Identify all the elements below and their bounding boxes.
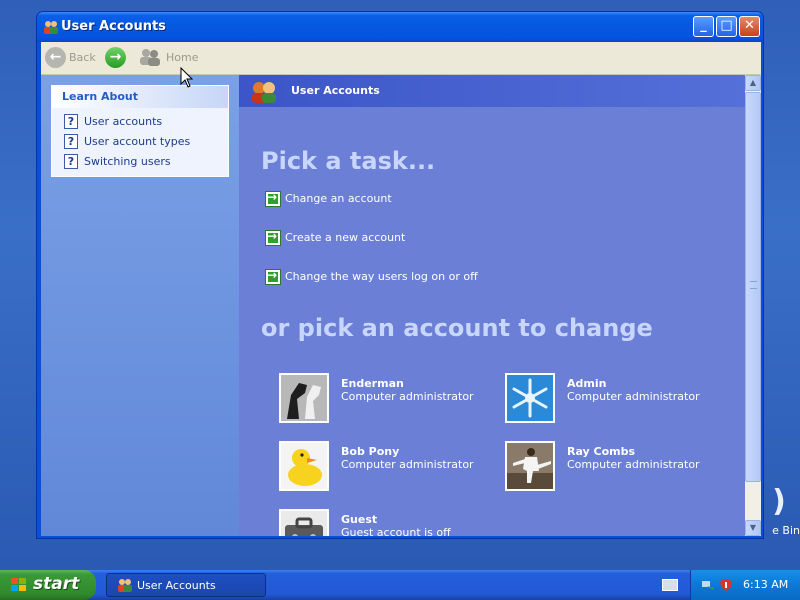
task-label: Create a new account (285, 231, 406, 244)
pick-task-heading: Pick a task... (261, 147, 436, 175)
taskbar-button-label: User Accounts (137, 579, 216, 592)
home-button-label[interactable]: Home (166, 51, 198, 64)
learn-link-label: User account types (84, 135, 191, 148)
start-button[interactable]: start (0, 570, 96, 600)
main-pane: User Accounts Pick a task... → Change an… (239, 75, 745, 536)
account-role: Computer administrator (341, 390, 474, 403)
green-arrow-icon: → (265, 190, 281, 207)
learn-about-heading: Learn About (62, 90, 139, 103)
client-area: Learn About ? User accounts ? User accou… (41, 75, 761, 536)
forward-arrow-icon[interactable]: → (105, 47, 126, 68)
vertical-scrollbar[interactable]: ▲ ▼ (745, 75, 761, 536)
windows-flag-icon (11, 578, 26, 591)
snowflake-icon (505, 373, 555, 423)
help-icon: ? (64, 134, 78, 149)
user-accounts-window: User Accounts _ □ ✕ ← Back → Home Learn … (36, 11, 764, 539)
karate-icon (505, 441, 555, 491)
user-accounts-icon (252, 82, 276, 103)
account-role: Guest account is off (341, 526, 451, 536)
learn-link-user-accounts[interactable]: ? User accounts (64, 114, 224, 130)
learn-link-switching-users[interactable]: ? Switching users (64, 154, 224, 170)
toolbar: ← Back → Home (41, 42, 761, 75)
back-arrow-icon[interactable]: ← (45, 47, 66, 68)
start-label: start (33, 574, 80, 594)
home-users-icon[interactable] (139, 48, 161, 66)
security-shield-icon[interactable] (719, 578, 733, 592)
learn-about-box: Learn About ? User accounts ? User accou… (51, 85, 229, 177)
mouse-cursor-icon (180, 67, 194, 88)
help-icon: ? (64, 114, 78, 129)
learn-about-header: Learn About (52, 86, 228, 108)
taskbar-button-user-accounts[interactable]: User Accounts (106, 573, 266, 597)
account-tile-admin[interactable]: Admin Computer administrator (505, 373, 725, 425)
learn-link-label: User accounts (84, 115, 163, 128)
account-tile-bob-pony[interactable]: Bob Pony Computer administrator (279, 441, 499, 493)
pick-account-heading: or pick an account to change (261, 314, 653, 342)
account-name: Admin (567, 377, 607, 390)
briefcase-icon (279, 509, 329, 536)
scroll-up-button[interactable]: ▲ (745, 75, 761, 91)
account-name: Bob Pony (341, 445, 400, 458)
learn-link-label: Switching users (84, 155, 171, 168)
account-name: Ray Combs (567, 445, 636, 458)
scroll-thumb[interactable] (745, 92, 761, 482)
account-role: Computer administrator (567, 390, 700, 403)
main-header-title: User Accounts (291, 84, 380, 97)
account-tile-ray-combs[interactable]: Ray Combs Computer administrator (505, 441, 725, 493)
title-bar[interactable]: User Accounts _ □ ✕ (37, 12, 763, 42)
maximize-button[interactable]: □ (716, 16, 737, 37)
taskbar: start User Accounts 6:13 AM (0, 570, 800, 600)
account-name: Enderman (341, 377, 404, 390)
users-icon (44, 21, 58, 34)
clock: 6:13 AM (743, 578, 789, 591)
recycle-bin-icon: ) (772, 484, 786, 519)
window-title: User Accounts (61, 19, 166, 34)
rubber-duck-icon (279, 441, 329, 491)
account-tile-enderman[interactable]: Enderman Computer administrator (279, 373, 499, 425)
users-icon (118, 579, 132, 592)
account-role: Computer administrator (341, 458, 474, 471)
green-arrow-icon: → (265, 268, 281, 285)
help-icon: ? (64, 154, 78, 169)
keyboard-icon[interactable] (662, 579, 678, 591)
account-role: Computer administrator (567, 458, 700, 471)
account-name: Guest (341, 513, 378, 526)
account-tile-guest[interactable]: Guest Guest account is off (279, 509, 499, 536)
learn-link-account-types[interactable]: ? User account types (64, 134, 224, 150)
grip-icon (750, 281, 757, 289)
minimize-button[interactable]: _ (693, 16, 714, 37)
task-label: Change an account (285, 192, 392, 205)
back-button-label[interactable]: Back (69, 51, 96, 64)
system-tray: 6:13 AM (690, 570, 800, 600)
network-icon[interactable] (701, 578, 715, 592)
green-arrow-icon: → (265, 229, 281, 246)
main-header: User Accounts (239, 75, 745, 107)
scroll-down-button[interactable]: ▼ (745, 520, 761, 536)
horse-chess-icon (279, 373, 329, 423)
task-pane: Learn About ? User accounts ? User accou… (41, 75, 239, 536)
close-button[interactable]: ✕ (739, 16, 760, 37)
task-label: Change the way users log on or off (285, 270, 478, 283)
